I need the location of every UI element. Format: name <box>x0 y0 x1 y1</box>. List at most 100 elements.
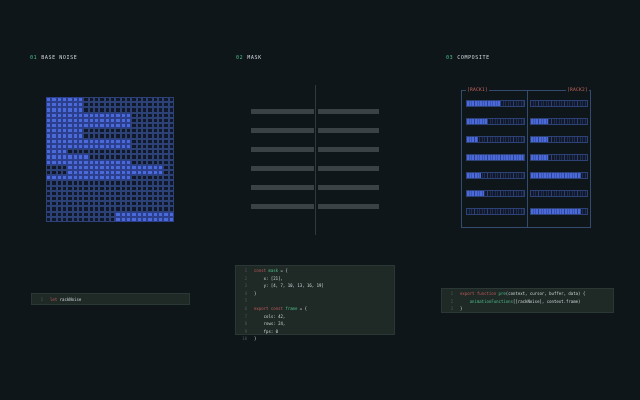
line-number: 1 <box>40 297 43 302</box>
base-noise-grid <box>46 97 174 222</box>
code-token: = { <box>297 305 307 311</box>
line-number: 1 <box>450 291 453 296</box>
composite-row-fill <box>531 209 582 214</box>
code-token: frame <box>285 305 298 311</box>
composite-row-fill <box>467 155 524 160</box>
code-line: 2 x: [21], <box>236 275 394 283</box>
code-line: 1 export function pre (context, cursor, bu… <box>442 290 613 298</box>
composite-divider <box>527 90 528 228</box>
code-token: let <box>50 297 60 302</box>
line-number: 1 <box>244 268 247 273</box>
code-token: } <box>460 306 463 312</box>
mask-bar <box>251 109 314 114</box>
mask-bar <box>251 185 314 190</box>
composite-row-fill <box>467 137 479 142</box>
noise-cell <box>168 216 174 222</box>
line-number: 6 <box>244 305 247 311</box>
code-token: = { <box>278 268 288 273</box>
composite-row-fill <box>467 101 502 106</box>
line-number: 5 <box>244 298 247 304</box>
mask-bar <box>318 147 379 152</box>
code-line: 8 rows: 24, <box>236 320 394 328</box>
code-token: mask <box>268 268 279 273</box>
composite-row <box>466 208 525 215</box>
code-line: 5 <box>236 297 394 305</box>
code-token: } <box>254 290 257 296</box>
code-token: const <box>254 268 269 273</box>
mask-bar <box>251 147 314 152</box>
code-token: export <box>460 291 477 296</box>
code-token: rackNoise <box>59 297 82 302</box>
column-label: MASK <box>247 55 262 61</box>
code-token: cols: 42, <box>254 313 286 319</box>
code-line: 1 const mask = { <box>236 267 394 275</box>
mask-bar <box>318 204 379 209</box>
code-token: export <box>254 305 271 311</box>
code-block-noise: 1 let rackNoise <box>31 293 190 305</box>
composite-row <box>530 136 588 143</box>
column-number: 02 <box>236 55 244 61</box>
mask-bar <box>251 204 314 209</box>
code-token: } <box>254 336 257 342</box>
code-line: 3 y: [4, 7, 10, 13, 16, 19] <box>236 282 394 290</box>
composite-row <box>530 190 588 197</box>
composite-row-fill <box>531 119 548 124</box>
composite-row <box>530 208 588 215</box>
composite-row <box>466 100 525 107</box>
column-number: 01 <box>30 55 38 61</box>
mask-bar <box>318 166 379 171</box>
code-line: 9 fps: 0 <box>236 328 394 336</box>
code-line: 4} <box>236 290 394 298</box>
column-title-composite: 03 COMPOSITE <box>446 55 490 61</box>
code-token: pre <box>498 291 506 296</box>
column-number: 03 <box>446 55 454 61</box>
composite-row <box>530 100 588 107</box>
line-number: 2 <box>450 298 453 304</box>
code-line: 2 animationFunctions [[rackNoise], contex… <box>442 298 613 306</box>
line-number: 7 <box>244 313 247 319</box>
composite-row-fill <box>531 155 548 160</box>
composite-row <box>530 154 588 161</box>
composite-row <box>530 118 588 125</box>
composite-row <box>466 118 525 125</box>
column-label: BASE NOISE <box>41 55 78 61</box>
code-block-composite: 1 export function pre (context, cursor, bu… <box>441 288 614 313</box>
composite-row-fill <box>467 173 482 178</box>
mask-divider <box>315 85 316 235</box>
rack-label-left: [RACK1] <box>466 88 490 93</box>
code-line: 1 let rackNoise <box>32 296 189 304</box>
composite-row-fill <box>467 191 485 196</box>
code-token: fps: 0 <box>254 328 279 334</box>
code-line: 6 export const frame = { <box>236 305 394 313</box>
mask-bar <box>318 185 379 190</box>
code-line: 3} <box>442 305 613 313</box>
code-token: animationFunctions <box>469 298 513 304</box>
composite-row <box>466 190 525 197</box>
composite-row <box>466 172 525 179</box>
code-token: (context, cursor, buffer, data) { <box>505 291 586 296</box>
rack-label-right: [RACK2] <box>566 88 590 93</box>
code-line: 7 cols: 42, <box>236 313 394 321</box>
code-token: [[rackNoise], context.frame) <box>513 298 581 304</box>
code-token: x: [21], <box>254 275 283 281</box>
column-label: COMPOSITE <box>457 55 490 61</box>
composite-row-fill <box>531 137 548 142</box>
code-token: function <box>476 291 499 296</box>
code-line: 10} <box>236 335 394 343</box>
line-number: 9 <box>244 328 247 334</box>
code-token: y: [4, 7, 10, 13, 16, 19] <box>254 283 324 289</box>
code-token: const <box>270 305 286 311</box>
line-number: 3 <box>244 283 247 289</box>
code-token: rows: 24, <box>254 321 286 327</box>
mask-bar <box>318 109 379 114</box>
composite-row <box>466 154 525 161</box>
line-number: 3 <box>450 306 453 312</box>
line-number: 2 <box>244 275 247 281</box>
line-number: 10 <box>242 336 247 342</box>
composite-row <box>530 172 588 179</box>
column-title-base-noise: 01 BASE NOISE <box>30 55 77 61</box>
column-title-mask: 02 MASK <box>236 55 262 61</box>
code-block-mask: 1 const mask = {2 x: [21], 3 y: [4, 7, 10,… <box>235 265 395 341</box>
composite-row-fill <box>531 173 582 178</box>
